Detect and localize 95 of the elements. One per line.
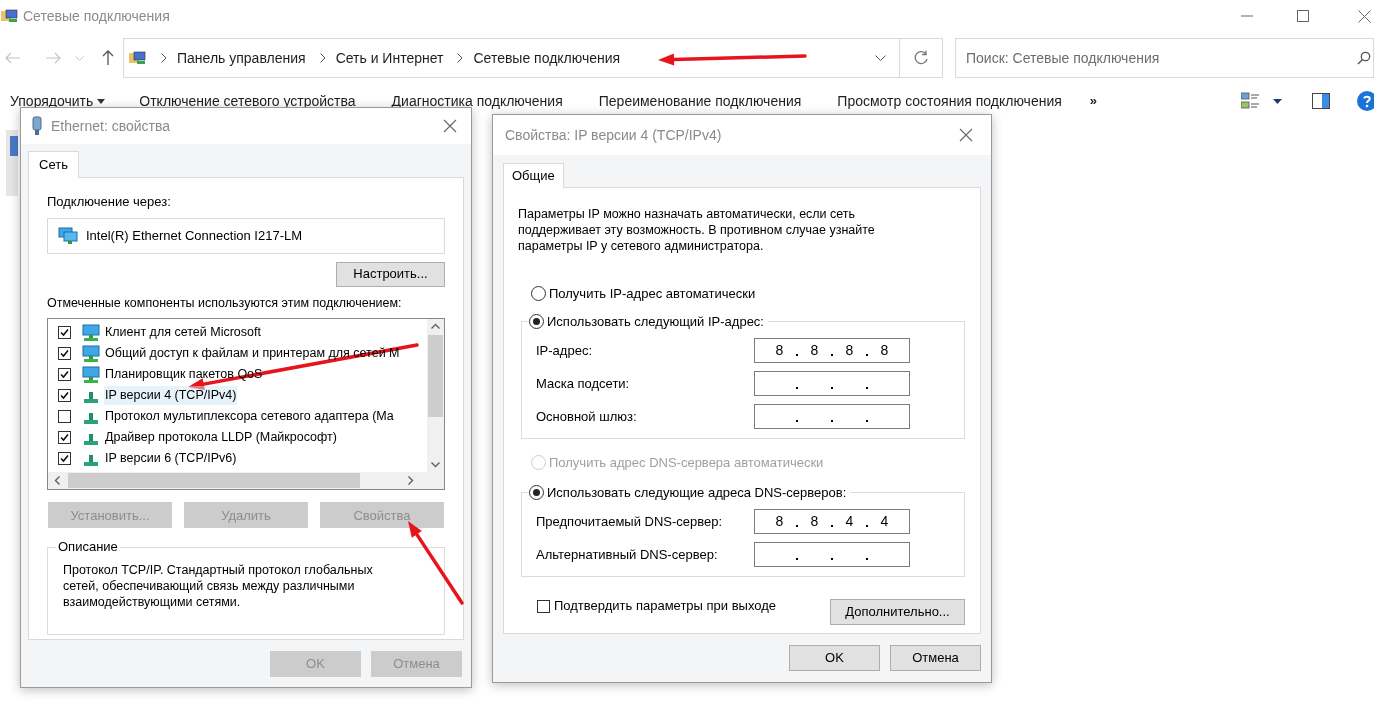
ip-address-field[interactable] (754, 404, 910, 429)
checkbox[interactable] (58, 326, 71, 340)
refresh-icon[interactable] (913, 50, 929, 66)
view-options-icon[interactable] (1241, 92, 1261, 110)
close-icon[interactable] (959, 128, 973, 142)
toolbar-button[interactable]: Отключение сетевого устройства (139, 90, 356, 112)
breadcrumb-item[interactable]: Сетевые подключения (473, 47, 621, 69)
toolbar-menu-button[interactable]: Упорядочить (10, 90, 106, 112)
checkbox-label: Подтвердить параметры при выходе (554, 597, 777, 616)
close-icon[interactable] (1358, 9, 1371, 23)
radio-button[interactable] (531, 286, 546, 302)
component-item[interactable]: IP версии 4 (TCP/IPv4) (104, 386, 238, 406)
field-label: Предпочитаемый DNS-сервер: (536, 512, 723, 531)
field-label: IP-адрес: (536, 341, 592, 360)
component-item[interactable]: IP версии 6 (TCP/IPv6) (104, 449, 238, 469)
component-item[interactable]: Драйвер протокола LLDP (Майкрософт) (104, 428, 338, 448)
octet-value: 4 (845, 512, 854, 531)
radio-button[interactable] (529, 484, 544, 500)
dialog-title: Свойства: IP версии 4 (TCP/IPv4) (505, 125, 723, 145)
connection-icon (10, 136, 18, 156)
radio-button[interactable] (529, 313, 544, 329)
dialog-button[interactable]: OK (789, 645, 880, 671)
field-label: Отмеченные компоненты используются этим подключением: (47, 294, 403, 312)
help-icon[interactable] (1357, 91, 1374, 111)
octet-value: 8 (880, 341, 889, 360)
checkbox[interactable] (537, 599, 550, 613)
tab[interactable]: Общие (503, 163, 564, 188)
maximize-icon[interactable] (1297, 10, 1309, 22)
field-label: Основной шлюз: (536, 407, 637, 426)
checkbox[interactable] (58, 431, 71, 445)
checkbox[interactable] (58, 389, 71, 403)
chevron-right-icon[interactable] (161, 53, 167, 63)
field-label: Маска подсети: (536, 374, 630, 393)
search-icon[interactable] (1357, 51, 1371, 65)
preview-pane-icon[interactable] (1312, 93, 1330, 109)
vertical-scrollbar[interactable] (427, 319, 444, 473)
search-field[interactable]: Поиск: Сетевые подключения (955, 38, 1374, 78)
chevron-left-icon[interactable] (54, 476, 60, 486)
checkbox[interactable] (58, 368, 71, 382)
toolbar-button[interactable]: Переименование подключения (598, 90, 802, 112)
radio-label: Использовать следующий IP-адрес: (547, 312, 764, 331)
field-label: Альтернативный DNS-сервер: (536, 545, 718, 564)
ip-address-field[interactable]: 8 8 4 4 (754, 509, 910, 534)
breadcrumb-item[interactable]: Сеть и Интернет (335, 47, 444, 69)
chevron-right-icon[interactable] (319, 53, 326, 63)
octet-value: 8 (810, 512, 819, 531)
computer-network-icon (81, 365, 101, 384)
toolbar-button[interactable]: Диагностика подключения (391, 90, 563, 112)
component-item[interactable]: Клиент для сетей Microsoft (104, 323, 262, 343)
toolbar-button[interactable]: Просмотр состояния подключения (837, 90, 1062, 112)
search-input[interactable]: Поиск: Сетевые подключения (966, 47, 1357, 69)
close-icon[interactable] (443, 119, 457, 133)
computer-network-icon (58, 226, 78, 245)
advanced-button[interactable]: Дополнительно... (830, 599, 965, 625)
checkbox[interactable] (58, 452, 71, 466)
adapter-name: Intel(R) Ethernet Connection I217-LM (86, 226, 303, 245)
checkbox[interactable] (58, 410, 71, 424)
dialog-title: Ethernet: свойства (51, 116, 172, 136)
octet-value: 8 (810, 341, 819, 360)
octet-value: 8 (845, 341, 854, 360)
computer-network-icon (81, 323, 101, 342)
ip-address-field[interactable] (754, 542, 910, 567)
component-item[interactable]: Протокол мультиплексора сетевого адаптера (Ма (104, 407, 395, 427)
horizontal-scrollbar[interactable] (48, 472, 444, 490)
configure-button[interactable]: Настроить... (336, 261, 445, 287)
up-arrow-icon[interactable] (102, 50, 114, 66)
octet-value: 8 (775, 341, 784, 360)
address-bar[interactable]: Панель управления Сеть и Интернет Сетевые подключения (123, 38, 943, 78)
ip-address-field[interactable]: 8 8 8 8 (754, 338, 910, 363)
network-folder-icon (129, 50, 147, 66)
octet-value: 4 (880, 512, 889, 531)
chevron-right-icon[interactable] (457, 53, 464, 63)
chevron-right-icon[interactable] (408, 476, 414, 486)
checkbox[interactable] (58, 347, 71, 361)
tab[interactable]: Сеть (28, 151, 79, 178)
caret-icon (97, 98, 106, 104)
octet-value: 8 (775, 512, 784, 531)
breadcrumb-item[interactable]: Панель управления (177, 47, 306, 69)
computer-network-icon (81, 344, 101, 363)
radio-label: Получить IP-адрес автоматически (549, 285, 756, 303)
chevron-down-icon[interactable] (875, 55, 886, 61)
radio-label: Получить адрес DNS-сервера автоматически (549, 454, 824, 472)
chevron-up-icon[interactable] (431, 323, 440, 330)
description-text: Протокол TCP/IP. Стандартный протокол глобальных сетей, обеспечивающий связь между различными взаимодействующими сетями. (63, 562, 374, 611)
intro-text: Параметры IP можно назначать автоматически, если сеть поддерживает эту возможность. В противном случае узнайте параметры IP у сетевого администратора. (518, 206, 876, 254)
network-folder-icon (1, 8, 19, 24)
network-adapter-icon (31, 116, 43, 136)
dialog-button[interactable]: Отмена (890, 645, 981, 671)
chevron-down-icon[interactable] (431, 462, 440, 469)
ip-address-field[interactable] (754, 371, 910, 396)
radio-label: Использовать следующие адреса DNS-серверов: (547, 483, 847, 502)
field-label: Подключение через: (47, 193, 172, 211)
window-title: Сетевые подключения (23, 6, 170, 26)
more-commands-button[interactable]: » (1089, 91, 1098, 111)
caret-icon[interactable] (1273, 98, 1282, 104)
